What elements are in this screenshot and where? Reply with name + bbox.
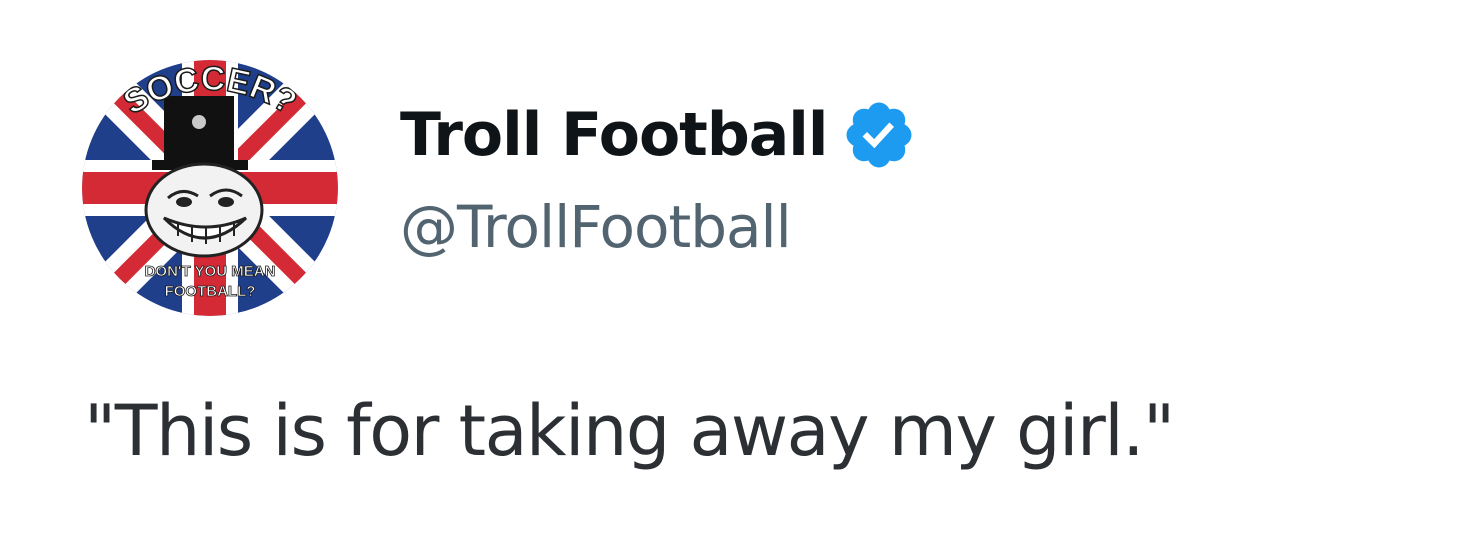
troll-face-union-jack-avatar-icon: SOCCER? DON'T YOU MEAN FOOTBALL? (82, 60, 338, 316)
tweet-text: "This is for taking away my girl." (84, 390, 1175, 472)
svg-text:FOOTBALL?: FOOTBALL? (165, 283, 256, 300)
author-identity: Troll Football @TrollFootball (400, 60, 917, 256)
name-row: Troll Football (400, 98, 917, 172)
svg-text:DON'T YOU MEAN: DON'T YOU MEAN (145, 263, 276, 280)
tweet-header: SOCCER? DON'T YOU MEAN FOOTBALL? Troll F… (82, 60, 917, 316)
verified-badge-icon[interactable] (841, 97, 917, 173)
display-name[interactable]: Troll Football (400, 105, 828, 165)
tweet-card: SOCCER? DON'T YOU MEAN FOOTBALL? Troll F… (0, 0, 1460, 551)
avatar[interactable]: SOCCER? DON'T YOU MEAN FOOTBALL? (82, 60, 338, 316)
handle[interactable]: @TrollFootball (400, 198, 917, 256)
